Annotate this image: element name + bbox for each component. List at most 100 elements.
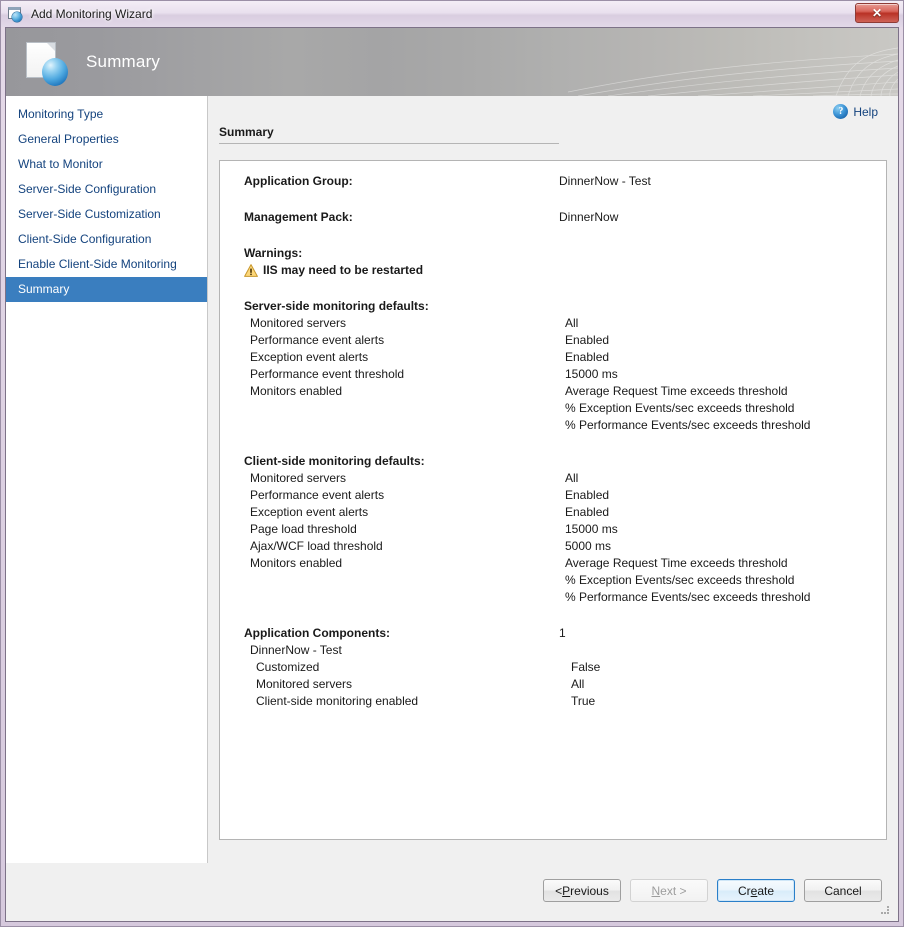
previous-label-accel: P <box>562 884 570 898</box>
cancel-button[interactable]: Cancel <box>804 879 882 902</box>
table-row: % Performance Events/sec exceeds thresho… <box>244 589 886 606</box>
banner-title: Summary <box>86 28 160 96</box>
cancel-label: Cancel <box>824 884 861 898</box>
row-application-group: Application Group: DinnerNow - Test <box>244 173 886 190</box>
table-row: Performance event threshold 15000 ms <box>244 366 886 383</box>
sidebar-item-client-side-configuration[interactable]: Client-Side Configuration <box>6 227 207 252</box>
table-row: Client-side monitoring enabled True <box>244 693 886 710</box>
table-row: Monitored servers All <box>244 470 886 487</box>
next-label-accel: N <box>651 884 660 898</box>
row-value: 5000 ms <box>565 538 886 555</box>
page-title: Summary <box>219 125 559 144</box>
row-label: Exception event alerts <box>244 349 565 366</box>
row-value: % Performance Events/sec exceeds thresho… <box>565 589 886 606</box>
table-row: Monitors enabled Average Request Time ex… <box>244 555 886 572</box>
banner-mesh-decoration <box>568 28 898 96</box>
summary-rows: Application Group: DinnerNow - Test Mana… <box>220 161 886 710</box>
close-icon: ✕ <box>872 7 882 19</box>
row-value: 15000 ms <box>565 366 886 383</box>
server-side-heading: Server-side monitoring defaults: <box>244 298 886 315</box>
table-row: Customized False <box>244 659 886 676</box>
row-value: Average Request Time exceeds threshold <box>565 555 886 572</box>
create-label-pre: Cr <box>738 884 751 898</box>
create-label-post: ate <box>757 884 774 898</box>
add-monitoring-wizard-window: Add Monitoring Wizard ✕ <box>0 0 904 927</box>
title-bar[interactable]: Add Monitoring Wizard ✕ <box>1 1 903 27</box>
spacer <box>244 606 886 625</box>
row-value: Enabled <box>565 349 886 366</box>
management-pack-label: Management Pack: <box>244 209 559 226</box>
close-button[interactable]: ✕ <box>855 3 899 23</box>
next-label-post: ext > <box>660 884 686 898</box>
component-name-row: DinnerNow - Test <box>244 642 886 659</box>
row-value: All <box>565 315 886 332</box>
warning-item: IIS may need to be restarted <box>244 262 886 279</box>
row-value: Enabled <box>565 504 886 521</box>
row-label: Ajax/WCF load threshold <box>244 538 565 555</box>
warnings-label: Warnings: <box>244 245 559 262</box>
table-row: Exception event alerts Enabled <box>244 349 886 366</box>
table-row: Page load threshold 15000 ms <box>244 521 886 538</box>
previous-button[interactable]: < Previous <box>543 879 621 902</box>
resize-grip[interactable] <box>879 904 891 916</box>
row-value: True <box>571 693 886 710</box>
row-value: % Exception Events/sec exceeds threshold <box>565 572 886 589</box>
question-mark-icon: ? <box>833 104 848 119</box>
create-button[interactable]: Create <box>717 879 795 902</box>
previous-label-pre: < <box>555 884 562 898</box>
previous-label-post: revious <box>570 884 609 898</box>
sidebar-item-server-side-configuration[interactable]: Server-Side Configuration <box>6 177 207 202</box>
application-group-value: DinnerNow - Test <box>559 173 886 190</box>
help-link[interactable]: ? Help <box>833 104 878 119</box>
content-area: ? Help Summary Application Group: Dinner… <box>208 96 898 863</box>
sidebar-item-general-properties[interactable]: General Properties <box>6 127 207 152</box>
next-button[interactable]: Next > <box>630 879 708 902</box>
summary-panel: Application Group: DinnerNow - Test Mana… <box>219 160 887 840</box>
sidebar-item-summary[interactable]: Summary <box>6 277 207 302</box>
row-label <box>244 589 565 606</box>
row-label: Performance event threshold <box>244 366 565 383</box>
client-side-heading: Client-side monitoring defaults: <box>244 453 886 470</box>
button-row: < Previous Next > Create Cancel <box>543 879 882 902</box>
wizard-page-icon <box>24 40 72 88</box>
client-side-heading-label: Client-side monitoring defaults: <box>244 453 559 470</box>
server-side-heading-label: Server-side monitoring defaults: <box>244 298 559 315</box>
row-value: Enabled <box>565 332 886 349</box>
row-value: Average Request Time exceeds threshold <box>565 383 886 400</box>
row-label: Monitors enabled <box>244 383 565 400</box>
table-row: Ajax/WCF load threshold 5000 ms <box>244 538 886 555</box>
row-label: Performance event alerts <box>244 487 565 504</box>
row-label: Exception event alerts <box>244 504 565 521</box>
spacer <box>244 190 886 209</box>
table-row: % Performance Events/sec exceeds thresho… <box>244 417 886 434</box>
sidebar-item-server-side-customization[interactable]: Server-Side Customization <box>6 202 207 227</box>
row-value: All <box>571 676 886 693</box>
application-components-count: 1 <box>559 625 886 642</box>
table-row: Performance event alerts Enabled <box>244 332 886 349</box>
row-label: Page load threshold <box>244 521 565 538</box>
spacer <box>244 226 886 245</box>
row-value: Enabled <box>565 487 886 504</box>
table-row: Exception event alerts Enabled <box>244 504 886 521</box>
table-row: % Exception Events/sec exceeds threshold <box>244 572 886 589</box>
table-row: % Exception Events/sec exceeds threshold <box>244 400 886 417</box>
row-label <box>244 572 565 589</box>
row-label <box>244 417 565 434</box>
row-label: Monitors enabled <box>244 555 565 572</box>
table-row: Monitored servers All <box>244 676 886 693</box>
sidebar-item-enable-client-side-monitoring[interactable]: Enable Client-Side Monitoring <box>6 252 207 277</box>
row-label: Monitored servers <box>244 470 565 487</box>
row-management-pack: Management Pack: DinnerNow <box>244 209 886 226</box>
sidebar-item-what-to-monitor[interactable]: What to Monitor <box>6 152 207 177</box>
wizard-footer: < Previous Next > Create Cancel <box>6 863 898 921</box>
table-row: Performance event alerts Enabled <box>244 487 886 504</box>
row-label: Monitored servers <box>244 676 571 693</box>
application-components-label: Application Components: <box>244 625 559 642</box>
application-group-label: Application Group: <box>244 173 559 190</box>
row-label: Customized <box>244 659 571 676</box>
wizard-window-icon <box>8 6 25 22</box>
help-label: Help <box>853 105 878 119</box>
row-label: Performance event alerts <box>244 332 565 349</box>
sidebar-item-monitoring-type[interactable]: Monitoring Type <box>6 102 207 127</box>
warning-triangle-icon <box>244 264 258 277</box>
